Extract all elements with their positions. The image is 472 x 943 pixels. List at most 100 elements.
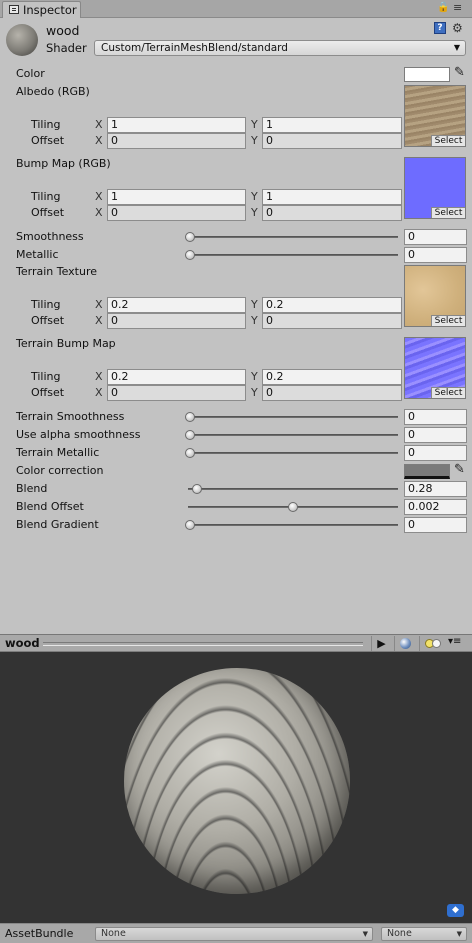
terrain-metallic-slider-track[interactable] <box>188 452 398 454</box>
inspector-tabbar: Inspector 🔒 ≡ <box>0 0 472 18</box>
terrain-bump-select-button[interactable]: Select <box>431 387 465 398</box>
bump-offset-y-field[interactable]: 0 <box>262 205 402 221</box>
metallic-slider-thumb[interactable] <box>185 250 195 260</box>
shader-dropdown[interactable]: Custom/TerrainMeshBlend/standard ▼ <box>94 40 466 56</box>
terrain-smoothness-label: Terrain Smoothness <box>16 410 125 423</box>
terrain-texture-slot[interactable]: Select <box>404 265 466 327</box>
terrain-offset-y-label: Y <box>251 314 258 327</box>
blend-gradient-label: Blend Gradient <box>16 518 99 531</box>
terrain-tiling-x-label: X <box>95 298 103 311</box>
terrain-offset-y-field[interactable]: 0 <box>262 313 402 329</box>
bump-select-button[interactable]: Select <box>431 207 465 218</box>
terrain-bump-tiling-label: Tiling <box>31 370 61 383</box>
albedo-tiling-label: Tiling <box>31 118 61 131</box>
use-alpha-slider-thumb[interactable] <box>185 430 195 440</box>
terrain-metallic-slider-thumb[interactable] <box>185 448 195 458</box>
albedo-tiling-x-label: X <box>95 118 103 131</box>
play-icon[interactable]: ▶ <box>371 636 391 651</box>
albedo-texture-slot[interactable]: Select <box>404 85 466 147</box>
material-name: wood <box>46 23 80 38</box>
terrain-offset-x-label: X <box>95 314 103 327</box>
smoothness-field[interactable]: 0 <box>404 229 467 245</box>
terrain-tiling-label: Tiling <box>31 298 61 311</box>
terrain-tiling-y-field[interactable]: 0.2 <box>262 297 402 313</box>
use-alpha-slider-track[interactable] <box>188 434 398 436</box>
preview-mesh-button[interactable] <box>394 636 416 651</box>
terrain-bump-tiling-y-label: Y <box>251 370 258 383</box>
preview-light-button[interactable] <box>419 636 445 651</box>
blend-slider-thumb[interactable] <box>192 484 202 494</box>
eyedropper-icon[interactable]: ✎ <box>454 65 465 80</box>
preview-menu-icon[interactable]: ▾≡ <box>448 636 461 647</box>
tag-icon[interactable]: ◆ <box>447 904 464 917</box>
terrain-bump-tiling-x-field[interactable]: 0.2 <box>107 369 246 385</box>
albedo-offset-label: Offset <box>31 134 65 147</box>
blend-label: Blend <box>16 482 48 495</box>
tab-inspector-label: Inspector <box>23 3 77 17</box>
terrain-smoothness-slider-track[interactable] <box>188 416 398 418</box>
albedo-offset-y-field[interactable]: 0 <box>262 133 402 149</box>
terrain-select-button[interactable]: Select <box>431 315 465 326</box>
terrain-offset-x-field[interactable]: 0 <box>107 313 246 329</box>
bump-tiling-label: Tiling <box>31 190 61 203</box>
bump-texture-slot[interactable]: Select <box>404 157 466 219</box>
chevron-down-icon: ▼ <box>453 43 460 52</box>
blend-offset-field[interactable]: 0.002 <box>404 499 467 515</box>
terrain-bump-tiling-y-field[interactable]: 0.2 <box>262 369 402 385</box>
shader-label: Shader <box>46 41 87 55</box>
bump-tiling-x-field[interactable]: 1 <box>107 189 246 205</box>
assetbundle-dropdown[interactable]: None ▼ <box>95 927 373 941</box>
shader-dropdown-value: Custom/TerrainMeshBlend/standard <box>101 42 288 54</box>
terrain-smoothness-field[interactable]: 0 <box>404 409 467 425</box>
preview-toolbar: wood ▶ ▾≡ <box>0 634 472 652</box>
bump-tiling-x-label: X <box>95 190 103 203</box>
blend-offset-slider-thumb[interactable] <box>288 502 298 512</box>
tab-inspector[interactable]: Inspector <box>2 1 81 18</box>
gear-icon[interactable]: ⚙ <box>452 21 463 35</box>
blend-slider-track[interactable] <box>188 488 398 490</box>
use-alpha-field[interactable]: 0 <box>404 427 467 443</box>
terrain-bump-texture-slot[interactable]: Select <box>404 337 466 399</box>
bump-offset-x-label: X <box>95 206 103 219</box>
tab-menu-icon[interactable]: ≡ <box>453 1 462 14</box>
terrain-tiling-x-field[interactable]: 0.2 <box>107 297 246 313</box>
help-icon[interactable]: ? <box>434 22 446 34</box>
blend-gradient-slider-thumb[interactable] <box>185 520 195 530</box>
bump-tiling-y-field[interactable]: 1 <box>262 189 402 205</box>
albedo-offset-x-field[interactable]: 0 <box>107 133 246 149</box>
assetbundle-variant-dropdown[interactable]: None ▼ <box>381 927 467 941</box>
sphere-icon <box>400 638 411 649</box>
color-correction-label: Color correction <box>16 464 104 477</box>
terrain-bump-offset-label: Offset <box>31 386 65 399</box>
bump-offset-x-field[interactable]: 0 <box>107 205 246 221</box>
terrain-texture-label: Terrain Texture <box>16 265 98 278</box>
albedo-tiling-x-field[interactable]: 1 <box>107 117 246 133</box>
blend-field[interactable]: 0.28 <box>404 481 467 497</box>
lock-icon[interactable]: 🔒 <box>437 2 449 13</box>
albedo-tiling-y-field[interactable]: 1 <box>262 117 402 133</box>
chevron-down-icon: ▼ <box>456 930 462 938</box>
albedo-select-button[interactable]: Select <box>431 135 465 146</box>
metallic-slider-track[interactable] <box>188 254 398 256</box>
color-swatch[interactable] <box>404 67 450 82</box>
smoothness-slider-track[interactable] <box>188 236 398 238</box>
terrain-bump-offset-y-field[interactable]: 0 <box>262 385 402 401</box>
smoothness-slider-thumb[interactable] <box>185 232 195 242</box>
assetbundle-label: AssetBundle <box>5 927 74 940</box>
terrain-metallic-field[interactable]: 0 <box>404 445 467 461</box>
terrain-smoothness-slider-thumb[interactable] <box>185 412 195 422</box>
albedo-label: Albedo (RGB) <box>16 85 90 98</box>
preview-title: wood <box>5 636 40 650</box>
preview-resize-handle[interactable] <box>43 642 363 646</box>
eyedropper-icon[interactable]: ✎ <box>454 462 465 477</box>
metallic-field[interactable]: 0 <box>404 247 467 263</box>
bump-offset-y-label: Y <box>251 206 258 219</box>
assetbundle-dropdown-value: None <box>101 928 126 939</box>
blend-gradient-slider-track[interactable] <box>188 524 398 526</box>
terrain-tiling-y-label: Y <box>251 298 258 311</box>
bump-label: Bump Map (RGB) <box>16 157 111 170</box>
blend-gradient-field[interactable]: 0 <box>404 517 467 533</box>
terrain-bump-offset-x-field[interactable]: 0 <box>107 385 246 401</box>
smoothness-label: Smoothness <box>16 230 84 243</box>
color-correction-swatch[interactable] <box>404 464 450 479</box>
